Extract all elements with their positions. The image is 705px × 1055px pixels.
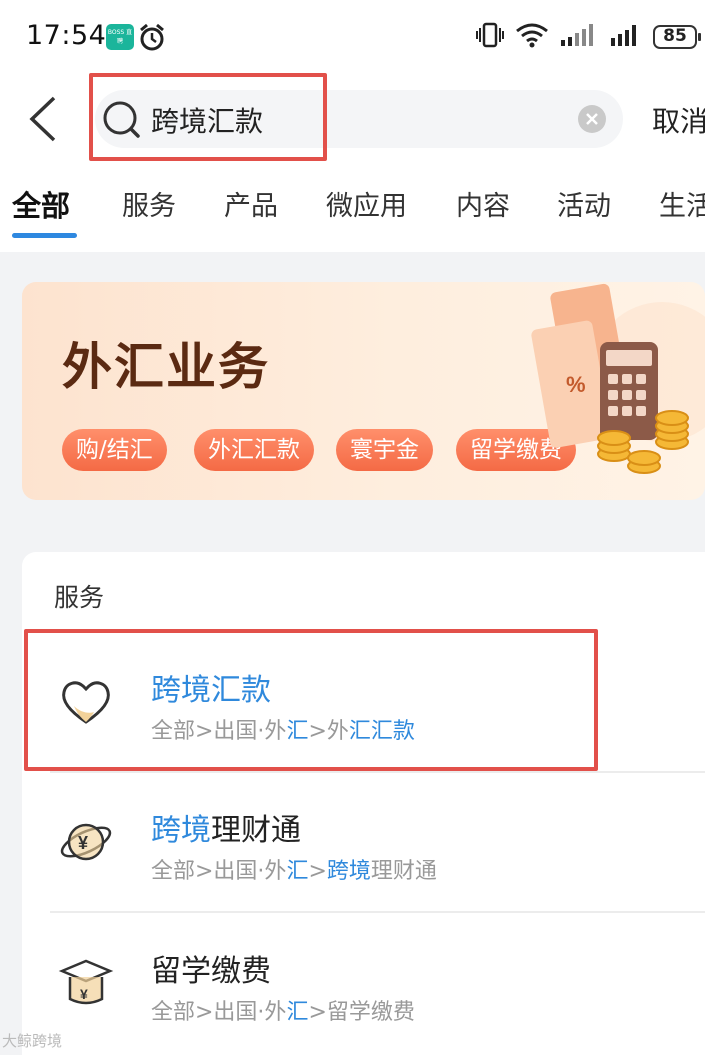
tab-life[interactable]: 生活 (659, 184, 705, 223)
breadcrumb-segment: 全部>出国·外 (151, 859, 287, 884)
chip-exchange[interactable]: 购/结汇 (62, 429, 167, 471)
breadcrumb-segment: 跨境 (326, 859, 371, 884)
title-segment: 跨境 (151, 813, 211, 848)
graduation-cap-icon: ¥ (58, 955, 114, 1015)
breadcrumb-segment: 汇 (286, 859, 309, 884)
result-highlight-box (24, 629, 598, 771)
tab-all[interactable]: 全部 (12, 183, 70, 225)
breadcrumb-segment: 全部>出国·外 (151, 1000, 287, 1025)
alarm-icon (138, 22, 166, 56)
svg-text:%: % (566, 372, 586, 397)
breadcrumb-segment: > (308, 859, 327, 884)
search-highlight-box (89, 73, 327, 161)
battery-indicator: 85 (653, 25, 701, 49)
cancel-button[interactable]: 取消 (652, 100, 705, 140)
breadcrumb-segment: 理财通 (370, 859, 437, 884)
result-breadcrumb: 全部>出国·外汇>留学缴费 (151, 994, 415, 1026)
status-bar: 17:54 BOSS 直聘 85 (0, 0, 705, 76)
title-segment: 理财通 (211, 813, 301, 848)
title-segment: 留学缴费 (151, 954, 271, 989)
tab-products[interactable]: 产品 (224, 184, 278, 223)
divider (50, 911, 705, 913)
watermark: 大鲸跨境 (2, 1032, 63, 1050)
vibrate-icon (475, 22, 505, 52)
results-card (22, 552, 705, 1055)
svg-text:¥: ¥ (78, 833, 88, 853)
wifi-icon (515, 22, 549, 52)
boss-app-icon: BOSS 直聘 (106, 24, 134, 50)
result-title: 跨境理财通 (151, 805, 301, 849)
forex-banner[interactable]: 外汇业务 购/结汇 外汇汇款 寰宇金 留学缴费 % (22, 282, 705, 500)
result-title: 留学缴费 (151, 946, 271, 990)
breadcrumb-segment: 汇 (286, 1000, 309, 1025)
svg-text:¥: ¥ (80, 986, 88, 1002)
tab-mini-apps[interactable]: 微应用 (326, 184, 407, 223)
section-title-services: 服务 (54, 583, 105, 612)
signal-icon-2 (609, 22, 643, 52)
result-breadcrumb: 全部>出国·外汇>跨境理财通 (151, 853, 437, 885)
chip-forex-remittance[interactable]: 外汇汇款 (194, 429, 314, 471)
back-arrow-icon[interactable] (28, 96, 58, 146)
tab-activities[interactable]: 活动 (557, 184, 611, 223)
tab-content[interactable]: 内容 (456, 184, 510, 223)
status-time: 17:54 (26, 20, 107, 51)
tab-services[interactable]: 服务 (122, 184, 176, 223)
divider (50, 771, 705, 773)
banner-title: 外汇业务 (62, 338, 270, 396)
signal-icon-1 (559, 22, 599, 52)
active-tab-indicator (12, 233, 77, 238)
chip-global-gold[interactable]: 寰宇金 (336, 429, 433, 471)
clear-icon[interactable] (577, 104, 607, 138)
globe-yen-icon: ¥ (58, 814, 114, 874)
category-tabs: 全部 服务 产品 微应用 内容 活动 生活 (0, 180, 705, 240)
breadcrumb-segment: >留学缴费 (308, 1000, 415, 1025)
calculator-coins-illustration: % (522, 282, 705, 500)
